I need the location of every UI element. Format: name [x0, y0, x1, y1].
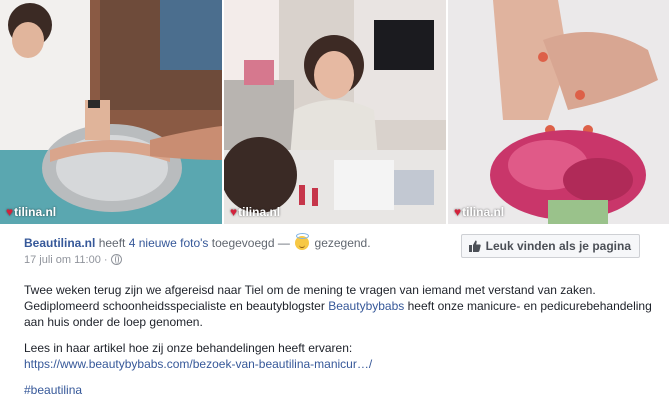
- like-as-page-button[interactable]: Leuk vinden als je pagina: [460, 234, 640, 258]
- action-text: heeft: [98, 236, 126, 250]
- beautybybabs-link[interactable]: Beautybybabs: [328, 299, 404, 313]
- post-header: Beautilina.nl heeft 4 nieuwe foto's toeg…: [22, 230, 652, 270]
- photo-manicure-bowl[interactable]: ♥tilina.nl: [0, 0, 222, 224]
- feeling-text: gezegend.: [314, 236, 371, 250]
- photo-hands-flower[interactable]: ♥tilina.nl: [448, 0, 669, 224]
- facebook-post: Beautilina.nl heeft 4 nieuwe foto's toeg…: [22, 230, 652, 397]
- heart-logo-icon: ♥: [6, 205, 14, 219]
- action-suffix: toegevoegd —: [211, 236, 290, 250]
- photo-watermark: ♥tilina.nl: [6, 205, 57, 219]
- globe-icon[interactable]: [110, 254, 122, 265]
- photo-watermark: ♥tilina.nl: [454, 205, 505, 219]
- photo-grid: ♥tilina.nl ♥tilina.nl ♥tilina.nl: [0, 0, 669, 224]
- thumbs-up-icon: [468, 240, 481, 252]
- article-url-link[interactable]: https://www.beautybybabs.com/bezoek-van-…: [24, 357, 372, 371]
- post-paragraph-3: #beautilina: [24, 382, 652, 398]
- heart-logo-icon: ♥: [230, 205, 238, 219]
- post-paragraph-2: Lees in haar artikel hoe zij onze behand…: [24, 340, 652, 372]
- photo-living-room[interactable]: ♥tilina.nl: [224, 0, 446, 224]
- post-body: Twee weken terug zijn we afgereisd naar …: [24, 282, 652, 408]
- post-date-link[interactable]: 17 juli om 11:00 ·: [24, 254, 108, 266]
- hashtag-link[interactable]: #beautilina: [24, 383, 82, 397]
- like-button-label: Leuk vinden als je pagina: [485, 239, 631, 253]
- photos-link[interactable]: 4 nieuwe foto's: [129, 236, 209, 250]
- post-paragraph-1: Twee weken terug zijn we afgereisd naar …: [24, 282, 652, 330]
- photo-watermark: ♥tilina.nl: [230, 205, 281, 219]
- page-name-link[interactable]: Beautilina.nl: [24, 236, 95, 250]
- post-meta: 17 juli om 11:00 ·: [24, 254, 122, 266]
- blessed-emoji-icon: [295, 233, 310, 250]
- heart-logo-icon: ♥: [454, 205, 462, 219]
- paragraph-2-text: Lees in haar artikel hoe zij onze behand…: [24, 341, 353, 355]
- post-headline: Beautilina.nl heeft 4 nieuwe foto's toeg…: [24, 233, 371, 250]
